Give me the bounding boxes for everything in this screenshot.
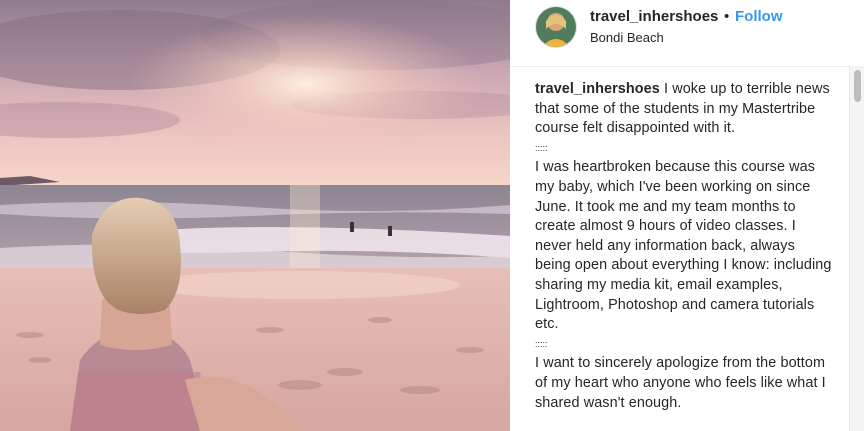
caption-paragraph: travel_inhershoes I woke up to terrible … (535, 80, 833, 139)
post-location[interactable]: Bondi Beach (590, 30, 664, 45)
post-photo[interactable] (0, 0, 510, 431)
header-separator: • (724, 8, 730, 25)
caption-scrollbar[interactable] (849, 66, 864, 431)
post-caption: travel_inhershoes I woke up to terrible … (535, 80, 833, 413)
post-header: travel_inhershoes • Follow Bondi Beach (510, 0, 864, 67)
caption-paragraph: I was heartbroken because this course wa… (535, 159, 832, 333)
avatar[interactable] (535, 6, 577, 48)
caption-separator: ::::: (535, 338, 548, 349)
follow-button[interactable]: Follow (735, 8, 783, 25)
caption-paragraph: I want to sincerely apologize from the b… (535, 355, 826, 411)
caption-username[interactable]: travel_inhershoes (535, 81, 660, 97)
scrollbar-thumb[interactable] (854, 70, 861, 102)
post-side-panel: travel_inhershoes • Follow Bondi Beach t… (510, 0, 864, 431)
beach-sunset-image (0, 0, 510, 431)
post-username[interactable]: travel_inhershoes (590, 8, 718, 25)
caption-separator: ::::: (535, 142, 548, 153)
avatar-image (536, 7, 576, 47)
